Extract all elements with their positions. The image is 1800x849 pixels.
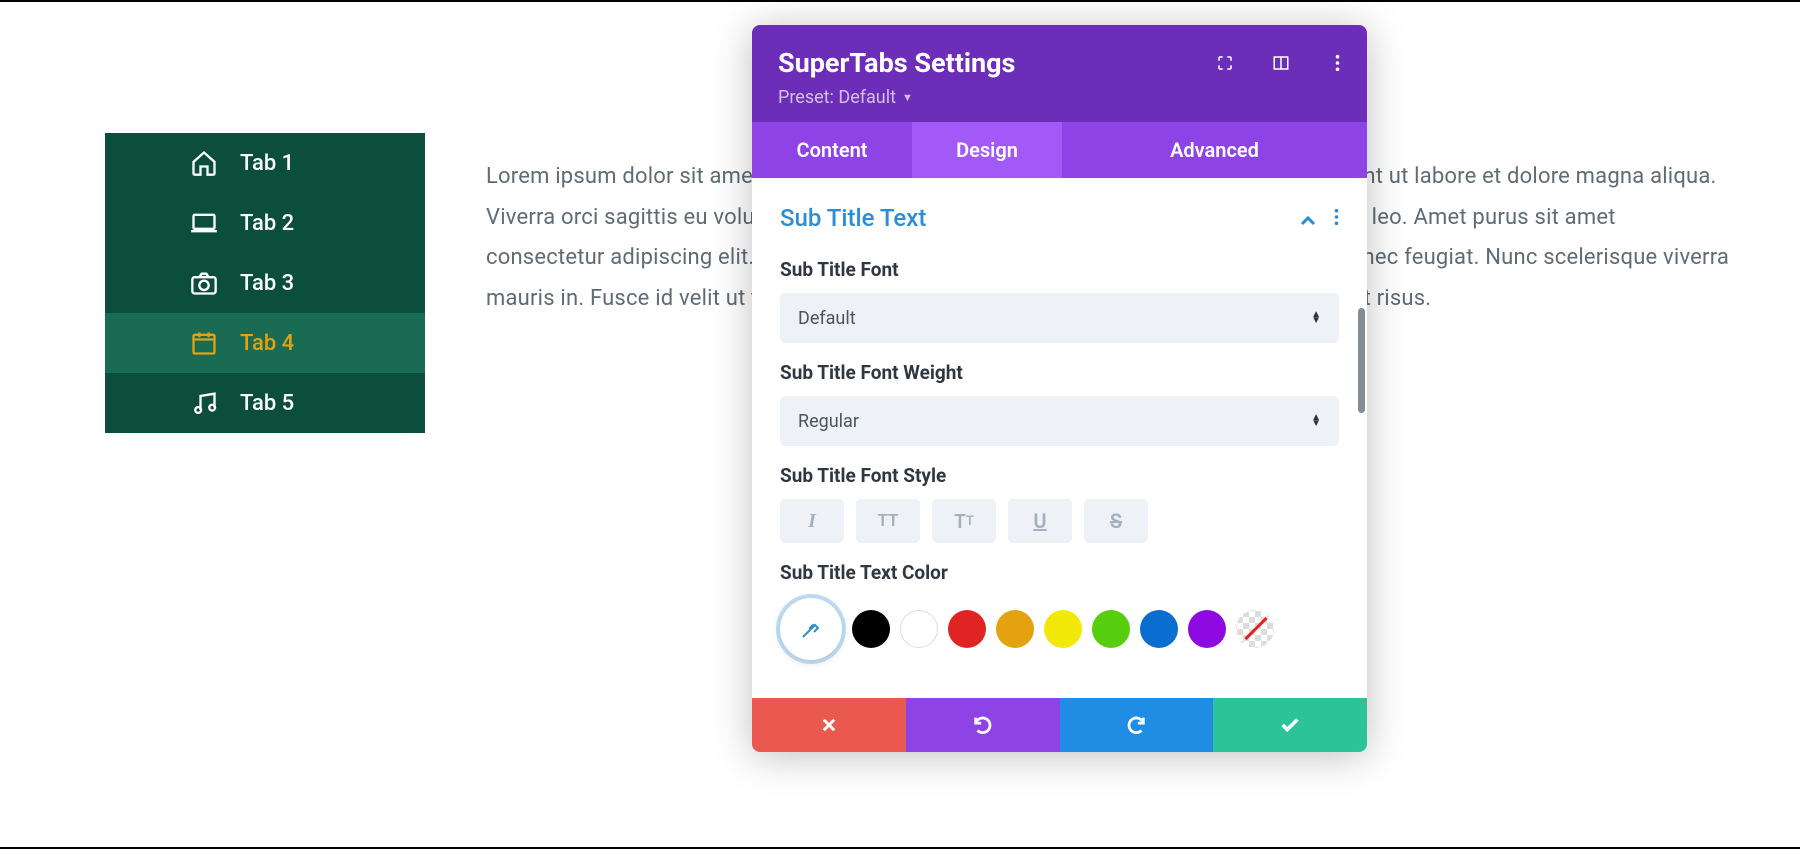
color-swatch-blue[interactable]	[1140, 610, 1178, 648]
tab-item-2[interactable]: Tab 2	[105, 193, 425, 253]
style-buttons: I TT TT U S	[780, 499, 1339, 543]
undo-button[interactable]	[906, 698, 1060, 752]
preset-dropdown[interactable]: Preset: Default ▼	[778, 87, 1341, 108]
sort-icon: ▲▼	[1311, 312, 1321, 324]
music-icon	[190, 389, 218, 417]
more-icon[interactable]	[1327, 53, 1347, 73]
columns-icon[interactable]	[1271, 53, 1291, 73]
tab-label: Tab 1	[240, 151, 294, 176]
tabs-sidebar: Tab 1 Tab 2 Tab 3 Tab 4 Tab 5	[105, 133, 425, 433]
tab-item-4[interactable]: Tab 4	[105, 313, 425, 373]
strikethrough-button[interactable]: S	[1084, 499, 1148, 543]
tab-item-1[interactable]: Tab 1	[105, 133, 425, 193]
color-swatch-green[interactable]	[1092, 610, 1130, 648]
settings-panel: SuperTabs Settings Preset: Default ▼ Con…	[752, 25, 1367, 752]
underline-button[interactable]: U	[1008, 499, 1072, 543]
color-swatches	[780, 598, 1339, 660]
italic-button[interactable]: I	[780, 499, 844, 543]
section-title: Sub Title Text	[780, 204, 926, 232]
smallcaps-button[interactable]: TT	[932, 499, 996, 543]
font-label: Sub Title Font	[780, 258, 1339, 281]
color-swatch-red[interactable]	[948, 610, 986, 648]
tab-content[interactable]: Content	[752, 122, 912, 178]
color-swatch-transparent[interactable]	[1236, 610, 1274, 648]
confirm-button[interactable]	[1213, 698, 1367, 752]
tab-label: Tab 5	[240, 391, 294, 416]
preset-label: Preset: Default	[778, 87, 896, 108]
panel-footer	[752, 698, 1367, 752]
color-swatch-yellow[interactable]	[1044, 610, 1082, 648]
home-icon	[190, 149, 218, 177]
style-label: Sub Title Font Style	[780, 464, 1339, 487]
section-header[interactable]: Sub Title Text	[780, 198, 1339, 250]
more-icon[interactable]	[1334, 204, 1339, 232]
sort-icon: ▲▼	[1311, 415, 1321, 427]
panel-header: SuperTabs Settings Preset: Default ▼	[752, 25, 1367, 122]
weight-value: Regular	[798, 411, 859, 432]
uppercase-button[interactable]: TT	[856, 499, 920, 543]
camera-icon	[190, 269, 218, 297]
weight-label: Sub Title Font Weight	[780, 361, 1339, 384]
font-value: Default	[798, 308, 856, 329]
color-swatch-white[interactable]	[900, 610, 938, 648]
expand-icon[interactable]	[1215, 53, 1235, 73]
color-label: Sub Title Text Color	[780, 561, 1339, 584]
tab-label: Tab 4	[240, 331, 294, 356]
laptop-icon	[190, 209, 218, 237]
color-swatch-purple[interactable]	[1188, 610, 1226, 648]
chevron-up-icon[interactable]	[1300, 204, 1316, 232]
font-select[interactable]: Default ▲▼	[780, 293, 1339, 343]
color-swatch-orange[interactable]	[996, 610, 1034, 648]
tab-label: Tab 3	[240, 271, 294, 296]
calendar-icon	[190, 329, 218, 357]
color-swatch-black[interactable]	[852, 610, 890, 648]
tab-design[interactable]: Design	[912, 122, 1062, 178]
weight-select[interactable]: Regular ▲▼	[780, 396, 1339, 446]
eyedropper-button[interactable]	[780, 598, 842, 660]
cancel-button[interactable]	[752, 698, 906, 752]
panel-header-actions	[1215, 53, 1347, 73]
tab-advanced[interactable]: Advanced	[1062, 122, 1367, 178]
redo-button[interactable]	[1060, 698, 1214, 752]
panel-tabs: Content Design Advanced	[752, 122, 1367, 178]
tab-item-3[interactable]: Tab 3	[105, 253, 425, 313]
caret-down-icon: ▼	[902, 91, 913, 104]
scrollbar-thumb[interactable]	[1358, 308, 1365, 413]
tab-label: Tab 2	[240, 211, 294, 236]
tab-item-5[interactable]: Tab 5	[105, 373, 425, 433]
panel-body: Sub Title Text Sub Title Font Default ▲▼…	[752, 178, 1367, 698]
